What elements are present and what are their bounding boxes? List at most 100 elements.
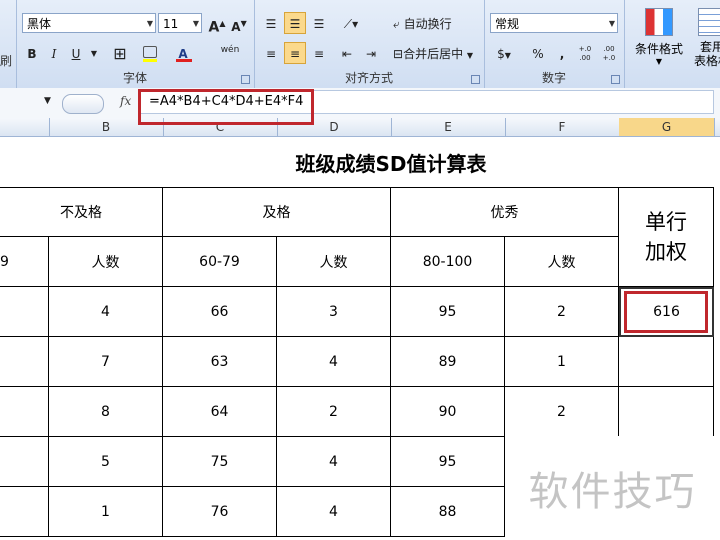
- dialog-launcher-icon[interactable]: [471, 75, 480, 84]
- clipboard-group: 刷: [0, 0, 17, 88]
- italic-button[interactable]: I: [44, 42, 64, 64]
- bold-button[interactable]: B: [22, 42, 42, 64]
- align-left-icon[interactable]: ≡: [260, 42, 282, 64]
- column-header-f[interactable]: F: [505, 118, 620, 136]
- currency-button[interactable]: $▼: [490, 42, 518, 64]
- table-cell[interactable]: 90: [391, 387, 505, 437]
- table-cell[interactable]: 89: [391, 337, 505, 387]
- font-group: 黑体 ▼ 11 ▼ A▲ A▼ B I U ▼ ⊞ A wén 字体: [16, 0, 255, 88]
- weight-header[interactable]: 单行 加权: [619, 187, 714, 287]
- font-size-select[interactable]: 11 ▼: [158, 13, 202, 33]
- sub-header[interactable]: 人数: [505, 237, 619, 287]
- sub-header[interactable]: 80-100: [391, 237, 505, 287]
- sub-header[interactable]: 9: [0, 237, 49, 287]
- chevron-down-icon: ▼: [192, 19, 199, 28]
- table-cell[interactable]: [0, 387, 49, 437]
- chevron-down-icon: ▼: [608, 19, 615, 28]
- number-format-select[interactable]: 常规 ▼: [490, 13, 618, 33]
- group-header-pass[interactable]: 及格: [163, 187, 391, 237]
- grow-font-button[interactable]: A▲: [206, 12, 228, 36]
- table-cell[interactable]: 64: [163, 387, 277, 437]
- table-cell[interactable]: 1: [505, 337, 619, 387]
- table-cell[interactable]: 4: [277, 337, 391, 387]
- formula-highlight-box: [138, 89, 314, 125]
- table-cell[interactable]: 88: [391, 487, 505, 537]
- table-cell[interactable]: 95: [391, 437, 505, 487]
- table-cell[interactable]: [0, 487, 49, 537]
- sub-header[interactable]: 60-79: [163, 237, 277, 287]
- fx-icon[interactable]: fx: [120, 94, 131, 108]
- table-cell[interactable]: 1: [49, 487, 163, 537]
- align-center-icon[interactable]: ≡: [284, 42, 306, 64]
- shrink-font-button[interactable]: A▼: [228, 12, 250, 34]
- increase-indent-icon[interactable]: ⇥: [360, 42, 382, 64]
- column-header-a[interactable]: [0, 118, 50, 136]
- number-group: 常规 ▼ $▼ % , +.0 .00 .00 +.0 数字: [484, 0, 625, 88]
- sub-header[interactable]: 人数: [49, 237, 163, 287]
- format-as-table-button[interactable]: 套用表格格: [692, 6, 720, 70]
- table-cell[interactable]: 5: [49, 437, 163, 487]
- table-cell[interactable]: [0, 437, 49, 487]
- table-cell[interactable]: 76: [163, 487, 277, 537]
- merge-center-button[interactable]: ⊟合并后居中 ▼: [388, 42, 480, 64]
- table-cell[interactable]: [0, 287, 49, 337]
- table-cell[interactable]: 4: [49, 287, 163, 337]
- sub-header[interactable]: 人数: [277, 237, 391, 287]
- phonetic-guide-button[interactable]: wén: [216, 42, 244, 64]
- number-group-label: 数字: [541, 71, 566, 85]
- wrap-text-button[interactable]: ⤶ 自动换行: [388, 12, 476, 34]
- decrease-decimal-button[interactable]: .00 +.0: [598, 42, 620, 64]
- name-box-dropdown[interactable]: ▼: [44, 96, 51, 106]
- percent-button[interactable]: %: [528, 42, 548, 64]
- conditional-format-button[interactable]: 条件格式 ▼: [630, 6, 688, 70]
- table-cell[interactable]: 75: [163, 437, 277, 487]
- column-header-e[interactable]: E: [391, 118, 506, 136]
- increase-decimal-button[interactable]: +.0 .00: [574, 42, 596, 64]
- dialog-launcher-icon[interactable]: [241, 75, 250, 84]
- table-cell[interactable]: 4: [277, 487, 391, 537]
- table-cell[interactable]: 8: [49, 387, 163, 437]
- table-cell[interactable]: 63: [163, 337, 277, 387]
- align-right-icon[interactable]: ≡: [308, 42, 330, 64]
- table-cell[interactable]: 95: [391, 287, 505, 337]
- align-top-icon[interactable]: ☰: [260, 12, 282, 34]
- conditional-format-icon: [645, 8, 673, 36]
- table-cell[interactable]: 2: [505, 287, 619, 337]
- decrease-indent-icon[interactable]: ⇤: [336, 42, 358, 64]
- formula-scroll-handle[interactable]: [62, 94, 104, 114]
- dialog-launcher-icon[interactable]: [611, 75, 620, 84]
- table-icon: [698, 8, 720, 36]
- watermark: 软件技巧: [505, 436, 720, 540]
- group-header-fail[interactable]: 不及格: [0, 187, 163, 237]
- fill-color-button[interactable]: [138, 42, 162, 64]
- format-painter-label[interactable]: 刷: [0, 52, 12, 69]
- table-cell[interactable]: 2: [505, 387, 619, 437]
- weighted-result-cell[interactable]: [619, 387, 714, 437]
- table-cell[interactable]: 3: [277, 287, 391, 337]
- font-color-button[interactable]: A: [172, 42, 194, 64]
- weighted-result-cell[interactable]: [619, 337, 714, 387]
- table-cell[interactable]: 66: [163, 287, 277, 337]
- comma-button[interactable]: ,: [554, 42, 570, 64]
- result-highlight-box: [624, 291, 708, 333]
- orientation-icon[interactable]: ⟋▾: [336, 12, 366, 34]
- alignment-group-label: 对齐方式: [344, 71, 393, 85]
- table-cell[interactable]: 7: [49, 337, 163, 387]
- font-name-select[interactable]: 黑体 ▼: [22, 13, 156, 33]
- group-header-excellent[interactable]: 优秀: [391, 187, 619, 237]
- align-bottom-icon[interactable]: ☰: [308, 12, 330, 34]
- styles-group: 条件格式▼ 套用表格格: [624, 0, 720, 88]
- column-header-g[interactable]: G: [619, 118, 715, 136]
- alignment-group: ☰ ☰ ☰ ⟋▾ ⤶ 自动换行 ≡ ≡ ≡ ⇤ ⇥ ⊟合并后居中 ▼ 对齐方式: [254, 0, 485, 88]
- chevron-down-icon[interactable]: ▼: [88, 42, 100, 64]
- formula-bar: ▼ fx =A4*B4+C4*D4+E4*F4: [0, 88, 720, 125]
- table-cell[interactable]: 4: [277, 437, 391, 487]
- sheet-title[interactable]: 班级成绩SD值计算表: [163, 137, 619, 187]
- underline-button[interactable]: U: [66, 42, 86, 64]
- table-cell[interactable]: 2: [277, 387, 391, 437]
- column-headers: B C D E F G: [0, 118, 720, 137]
- align-middle-icon[interactable]: ☰: [284, 12, 306, 34]
- wrap-text-icon: ⤶: [393, 17, 400, 31]
- table-cell[interactable]: [0, 337, 49, 387]
- border-icon[interactable]: ⊞: [108, 42, 132, 64]
